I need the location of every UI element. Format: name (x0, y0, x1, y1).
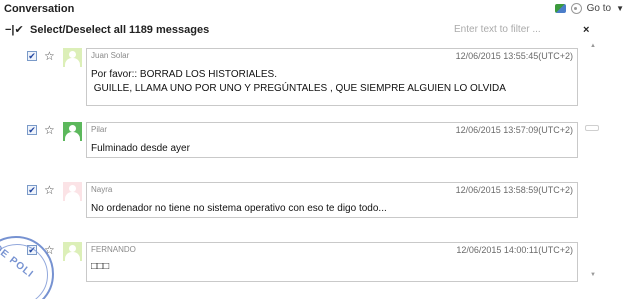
star-icon[interactable]: ☆ (44, 184, 55, 196)
message-timestamp: 12/06/2015 13:57:09(UTC+2) (455, 125, 573, 135)
message-item: ✔ ☆ FERNANDO 12/06/2015 14:00:11(UTC+2) … (0, 242, 600, 282)
message-icon[interactable] (554, 4, 566, 13)
page-title: Conversation (4, 3, 75, 15)
message-checkbox[interactable]: ✔ (27, 51, 37, 61)
message-timestamp: 12/06/2015 13:55:45(UTC+2) (455, 51, 573, 61)
select-all-label[interactable]: Select/Deselect all 1189 messages (30, 24, 209, 36)
select-all-toggle-icon[interactable]: −|✔ (5, 23, 24, 36)
filter-input[interactable] (451, 21, 581, 38)
header-bar: Conversation Go to ▼ (0, 0, 630, 18)
clear-filter-button[interactable]: × (583, 24, 589, 36)
message-bubble: Juan Solar 12/06/2015 13:55:45(UTC+2) Po… (86, 48, 578, 106)
gear-icon[interactable] (570, 3, 582, 14)
stamp-text: DE POLI (0, 242, 36, 281)
message-timestamp: 12/06/2015 13:58:59(UTC+2) (455, 185, 573, 195)
chevron-down-icon[interactable]: ▼ (616, 4, 624, 13)
message-bubble: Pilar 12/06/2015 13:57:09(UTC+2) Fulmina… (86, 122, 578, 158)
message-item: ✔ ☆ Pilar 12/06/2015 13:57:09(UTC+2) Ful… (0, 122, 600, 162)
header-actions: Go to ▼ (554, 3, 624, 14)
message-sender: Juan Solar (91, 51, 130, 60)
message-sender: FERNANDO (91, 245, 136, 254)
avatar (63, 122, 82, 141)
message-text: Por favor:: BORRAD LOS HISTORIALES. (91, 69, 277, 80)
message-text-line-2: GUILLE, LLAMA UNO POR UNO Y PREGÚNTALES … (91, 83, 506, 94)
message-item: ✔ ☆ Nayra 12/06/2015 13:58:59(UTC+2) No … (0, 182, 600, 222)
message-text: Fulminado desde ayer (91, 143, 190, 154)
star-icon[interactable]: ☆ (44, 50, 55, 62)
goto-button[interactable]: Go to (587, 3, 611, 14)
message-text: No ordenador no tiene no sistema operati… (91, 203, 387, 214)
selection-bar: −|✔ Select/Deselect all 1189 messages × (0, 21, 630, 39)
message-sender: Pilar (91, 125, 108, 134)
message-timestamp: 12/06/2015 14:00:11(UTC+2) (456, 245, 573, 255)
message-list: ✔ ☆ Juan Solar 12/06/2015 13:55:45(UTC+2… (0, 40, 630, 299)
star-icon[interactable]: ☆ (44, 124, 55, 136)
avatar (63, 182, 82, 201)
message-text: □□□ (91, 261, 110, 272)
message-bubble: FERNANDO 12/06/2015 14:00:11(UTC+2) □□□ (86, 242, 578, 282)
avatar (63, 48, 82, 67)
message-item: ✔ ☆ Juan Solar 12/06/2015 13:55:45(UTC+2… (0, 48, 600, 108)
message-checkbox[interactable]: ✔ (27, 185, 37, 195)
message-checkbox[interactable]: ✔ (27, 125, 37, 135)
message-bubble: Nayra 12/06/2015 13:58:59(UTC+2) No orde… (86, 182, 578, 218)
message-sender: Nayra (91, 185, 113, 194)
avatar (63, 242, 82, 261)
